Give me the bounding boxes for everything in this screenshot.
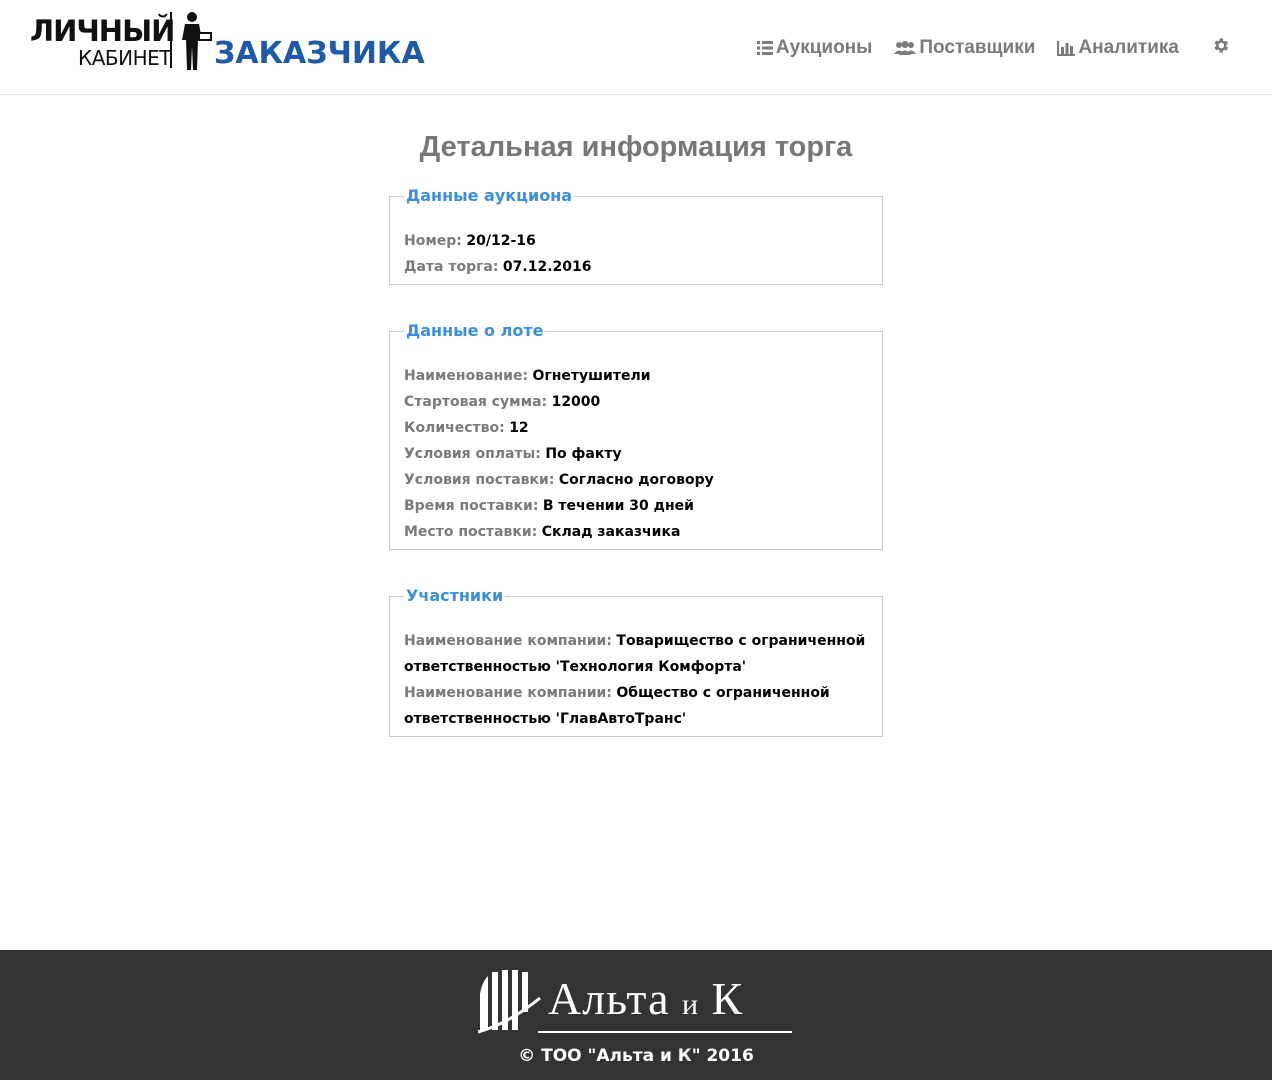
- nav-suppliers[interactable]: Поставщики: [894, 37, 1035, 59]
- lot-payment-row: Условия оплаты: По факту: [404, 441, 868, 467]
- lot-name-value: Огнетушители: [532, 368, 651, 384]
- logo-line1: ЛИЧНЫЙ: [30, 14, 175, 48]
- auction-number-value: 20/12-16: [466, 233, 536, 249]
- lot-delivery-time-row: Время поставки: В течении 30 дней: [404, 493, 868, 519]
- nav-auctions-label: Аукционы: [775, 37, 873, 58]
- lot-delivery-place-label: Место поставки:: [404, 524, 538, 540]
- site-logo[interactable]: ЛИЧНЫЙ КАБИНЕТ ЗАКАЗЧИКА: [30, 10, 425, 72]
- footer-copyright: © ТОО "Альта и К" 2016: [518, 1046, 754, 1066]
- lot-start-sum-label: Стартовая сумма:: [404, 394, 548, 410]
- lot-quantity-value: 12: [509, 420, 529, 436]
- nav-analytics-label: Аналитика: [1078, 37, 1179, 58]
- lot-data-legend: Данные о лоте: [406, 321, 544, 340]
- auction-data-legend: Данные аукциона: [406, 186, 573, 205]
- top-header: ЛИЧНЫЙ КАБИНЕТ ЗАКАЗЧИКА Аукционы Постав…: [0, 0, 1272, 95]
- participant-row: Наименование компании: Общество с ограни…: [404, 680, 868, 732]
- gear-icon: [1214, 38, 1229, 53]
- auction-date-row: Дата торга: 07.12.2016: [404, 254, 868, 280]
- participant-row: Наименование компании: Товарищество с ог…: [404, 628, 868, 680]
- building-columns-icon: [478, 970, 541, 1034]
- footer-logo-main: Альта: [548, 973, 670, 1024]
- logo-divider: [170, 12, 172, 68]
- auction-date-label: Дата торга:: [404, 259, 499, 275]
- lot-payment-label: Условия оплаты:: [404, 446, 541, 462]
- list-icon: [756, 41, 773, 55]
- bar-chart-icon: [1057, 40, 1076, 56]
- main-nav: Аукционы Поставщики Аналитика: [756, 34, 1230, 62]
- participants-panel: Участники Наименование компании: Товарищ…: [389, 586, 883, 737]
- auction-date-value: 07.12.2016: [502, 259, 592, 275]
- lot-delivery-terms-row: Условия поставки: Согласно договору: [404, 467, 868, 493]
- footer-logo-underline: [538, 1031, 792, 1033]
- lot-quantity-row: Количество: 12: [404, 415, 868, 441]
- participants-legend: Участники: [406, 586, 504, 605]
- lot-delivery-place-row: Место поставки: Склад заказчика: [404, 519, 868, 545]
- participant-name-label: Наименование компании:: [404, 633, 612, 649]
- lot-data-panel: Данные о лоте Наименование: Огнетушители…: [389, 321, 883, 550]
- auction-number-row: Номер: 20/12-16: [404, 228, 868, 254]
- lot-name-label: Наименование:: [404, 368, 529, 384]
- lot-delivery-time-label: Время поставки:: [404, 498, 539, 514]
- lot-start-sum-row: Стартовая сумма: 12000: [404, 389, 868, 415]
- footer-logo-and: и: [681, 988, 700, 1021]
- lot-delivery-time-value: В течении 30 дней: [542, 498, 694, 514]
- lot-delivery-terms-value: Согласно договору: [558, 472, 714, 488]
- nav-auctions[interactable]: Аукционы: [756, 37, 873, 59]
- auction-data-panel: Данные аукциона Номер: 20/12-16 Дата тор…: [389, 186, 883, 285]
- lot-delivery-place-value: Склад заказчика: [541, 524, 681, 540]
- lot-start-sum-value: 12000: [551, 394, 601, 410]
- users-icon: [894, 41, 917, 55]
- logo-line2: КАБИНЕТ: [78, 46, 171, 70]
- lot-quantity-label: Количество:: [404, 420, 505, 436]
- auction-number-label: Номер:: [404, 233, 462, 249]
- lot-delivery-terms-label: Условия поставки:: [404, 472, 555, 488]
- footer-logo-k: К: [711, 973, 744, 1024]
- footer-logo: Альта и К: [478, 968, 798, 1034]
- page-title: Детальная информация торга: [419, 131, 853, 163]
- nav-analytics[interactable]: Аналитика: [1057, 37, 1179, 59]
- participant-name-label: Наименование компании:: [404, 685, 612, 701]
- lot-name-row: Наименование: Огнетушители: [404, 363, 868, 389]
- nav-suppliers-label: Поставщики: [919, 37, 1036, 58]
- lot-payment-value: По факту: [545, 446, 622, 462]
- settings-button[interactable]: [1211, 36, 1230, 60]
- logo-brand: ЗАКАЗЧИКА: [214, 36, 425, 71]
- footer-logo-text: Альта и К: [548, 972, 743, 1025]
- businessman-icon: [182, 12, 212, 70]
- site-footer: Альта и К © ТОО "Альта и К" 2016: [0, 950, 1272, 1080]
